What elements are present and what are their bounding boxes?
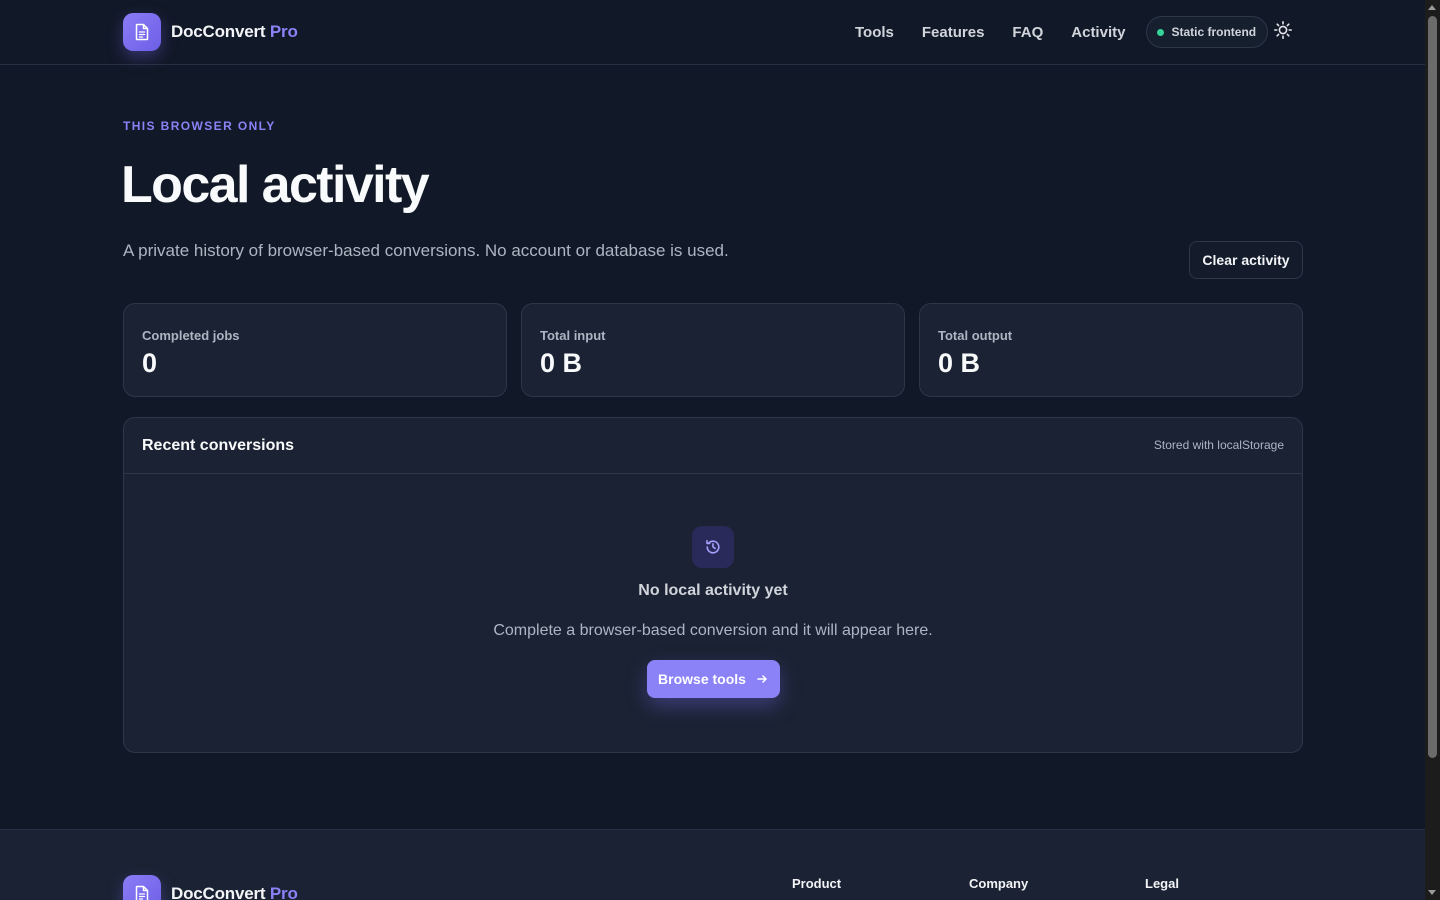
stat-value: 0	[142, 348, 158, 378]
stat-value: 0 B	[540, 348, 583, 378]
history-icon	[692, 526, 734, 568]
status-badge: Static frontend	[1146, 16, 1269, 48]
page: DocConvert Pro Tools Features FAQ Activi…	[0, 0, 1425, 900]
stat-label: Total input	[540, 328, 606, 343]
storage-note: Stored with localStorage	[1153, 438, 1284, 452]
top-navbar: DocConvert Pro Tools Features FAQ Activi…	[0, 0, 1425, 65]
browse-tools-button[interactable]: Browse tools	[646, 660, 780, 698]
scroll-up-icon[interactable]	[1428, 5, 1436, 10]
panel-title: Recent conversions	[142, 437, 295, 454]
stat-label: Completed jobs	[142, 328, 240, 343]
main-nav: Tools Features FAQ Activity Static front…	[855, 16, 1269, 48]
panel-header: Recent conversions Stored with localStor…	[124, 418, 1302, 474]
page-title: Local activity	[121, 156, 430, 214]
footer-heading-company: Company	[969, 876, 1029, 891]
footer-brand-name-main: DocConvert	[171, 884, 266, 900]
arrow-right-icon	[756, 673, 768, 685]
document-icon	[123, 875, 161, 900]
stat-label: Total output	[938, 328, 1013, 343]
scrollbar-thumb[interactable]	[1428, 16, 1437, 758]
brand-name-suffix: Pro	[269, 22, 298, 41]
nav-link-faq[interactable]: FAQ	[1012, 24, 1043, 41]
footer-brand-logo[interactable]: DocConvert Pro	[123, 875, 298, 900]
brand-name: DocConvert Pro	[171, 22, 298, 42]
theme-toggle-button[interactable]	[1271, 20, 1295, 44]
nav-link-tools[interactable]: Tools	[855, 24, 894, 41]
vertical-scrollbar[interactable]	[1425, 0, 1440, 900]
recent-conversions-panel: Recent conversions Stored with localStor…	[123, 417, 1303, 753]
status-dot-icon	[1157, 28, 1165, 36]
empty-state: No local activity yet Complete a browser…	[124, 474, 1302, 698]
footer-brand-name-suffix: Pro	[269, 884, 298, 900]
nav-link-features[interactable]: Features	[922, 24, 985, 41]
stats-row: Completed jobs 0 Total input 0 B Total o…	[123, 303, 1303, 397]
stat-card-total-output: Total output 0 B	[919, 303, 1303, 397]
document-icon	[123, 13, 161, 51]
brand-logo[interactable]: DocConvert Pro	[123, 13, 298, 51]
stat-card-completed-jobs: Completed jobs 0	[123, 303, 507, 397]
footer-heading-legal: Legal	[1145, 876, 1179, 891]
footer-brand-name: DocConvert Pro	[171, 884, 298, 900]
nav-link-activity[interactable]: Activity	[1071, 24, 1125, 41]
sun-icon	[1273, 20, 1293, 45]
footer-heading-product: Product	[792, 876, 842, 891]
stat-value: 0 B	[938, 348, 981, 378]
empty-state-title: No local activity yet	[638, 582, 788, 599]
clear-activity-button[interactable]: Clear activity	[1189, 241, 1303, 279]
stat-card-total-input: Total input 0 B	[521, 303, 905, 397]
page-subtitle: A private history of browser-based conve…	[123, 241, 729, 260]
scroll-down-icon[interactable]	[1428, 890, 1436, 895]
empty-state-text: Complete a browser-based conversion and …	[493, 622, 933, 639]
page-eyebrow: THIS BROWSER ONLY	[123, 119, 276, 133]
browse-tools-label: Browse tools	[658, 671, 746, 687]
status-badge-label: Static frontend	[1171, 25, 1257, 39]
site-footer: DocConvert Pro Product Company Legal	[0, 829, 1425, 900]
brand-name-main: DocConvert	[171, 22, 266, 41]
